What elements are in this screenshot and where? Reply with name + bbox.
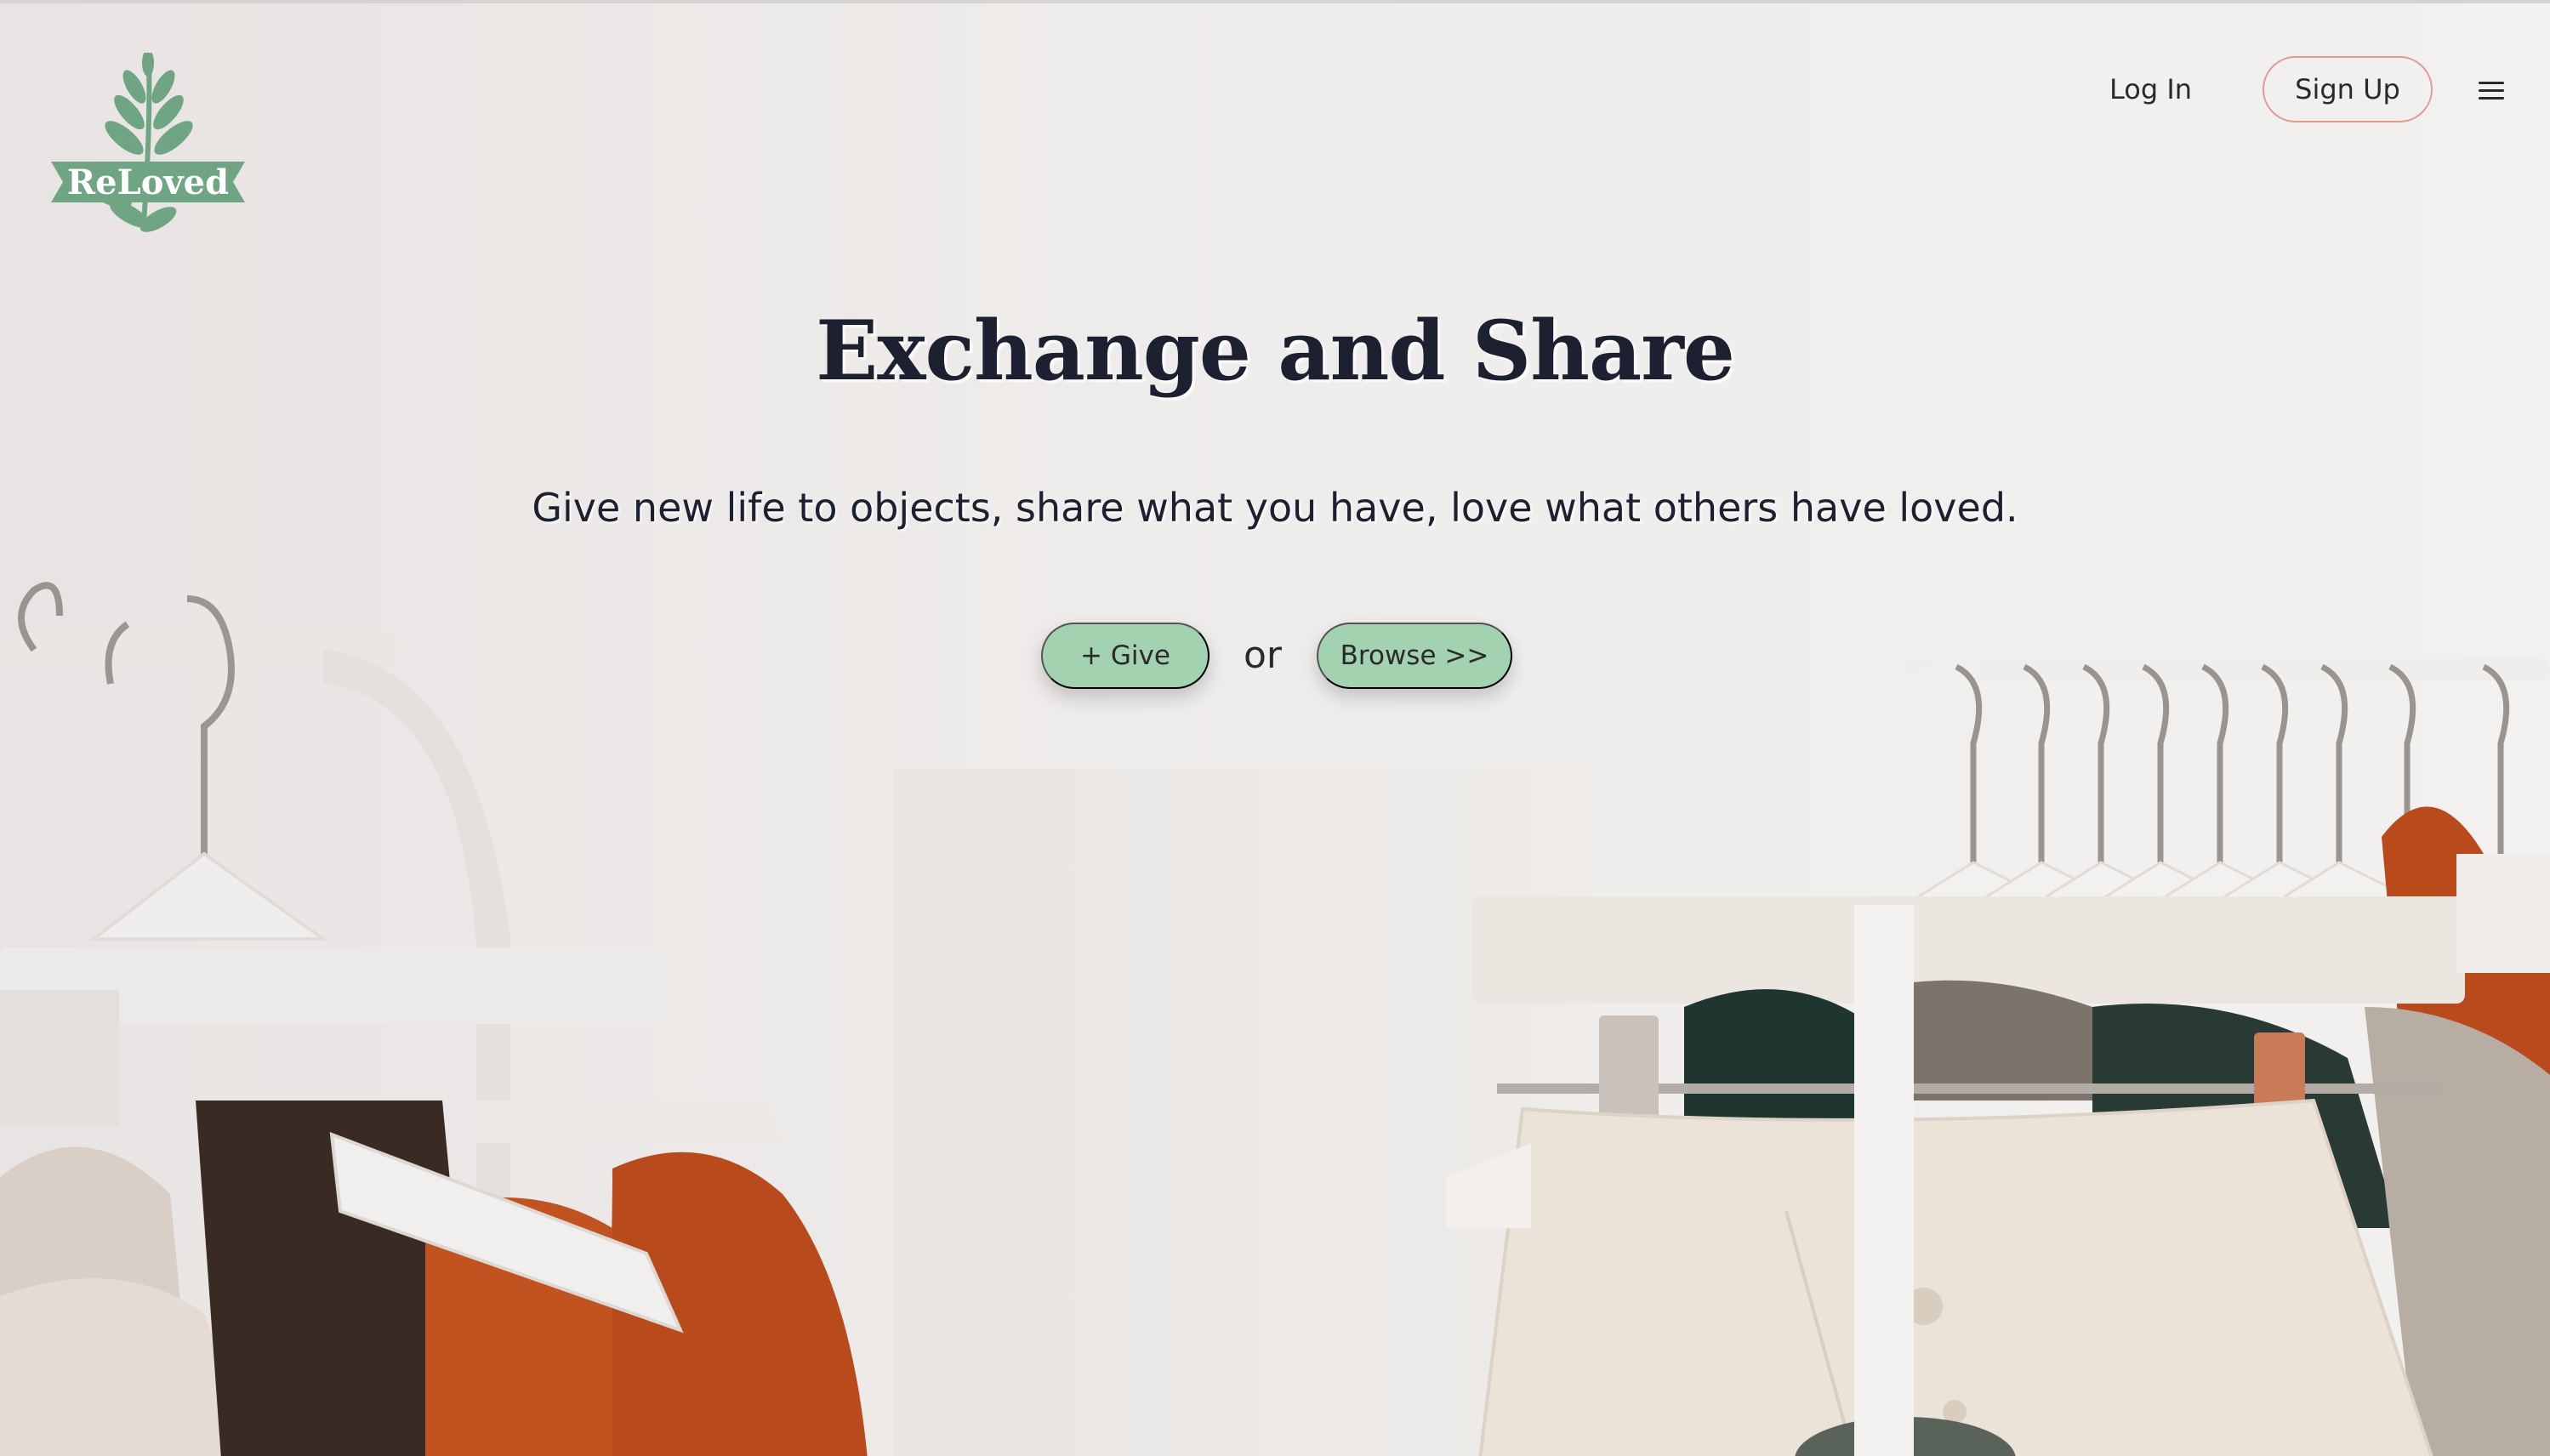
hero-subtitle: Give new life to objects, share what you… [532,485,2018,531]
menu-bar-2 [2479,89,2504,92]
browse-button[interactable]: Browse >> [1317,623,1512,689]
give-button[interactable]: + Give [1041,623,1210,689]
menu-bar-3 [2479,97,2504,100]
svg-text:ReLoved: ReLoved [67,162,229,202]
menu-bar-1 [2479,82,2504,84]
background-clothing-rack-image [0,3,2550,1456]
login-link[interactable]: Log In [2109,68,2192,111]
or-separator: or [1244,634,1283,677]
landing-page: ReLoved Log In Sign Up Exchange and Shar… [0,0,2550,1456]
signup-button[interactable]: Sign Up [2263,56,2433,122]
reloved-logo[interactable]: ReLoved [46,53,250,244]
hero-title: Exchange and Share [816,303,1735,399]
hamburger-menu-icon[interactable] [2479,82,2504,102]
